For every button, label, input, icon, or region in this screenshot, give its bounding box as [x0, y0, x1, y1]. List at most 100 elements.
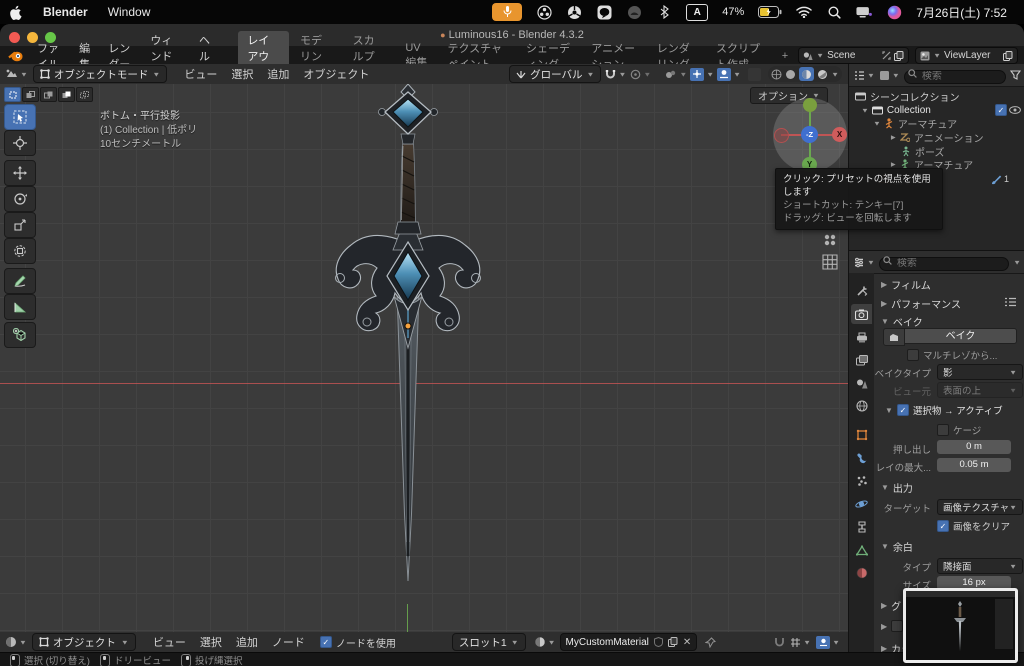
bake-button[interactable]: ベイク	[905, 328, 1017, 344]
toggle-ortho-button[interactable]	[822, 254, 838, 270]
shading-material-button[interactable]	[799, 67, 814, 81]
multires-checkbox-row[interactable]: マルチレゾから...	[907, 348, 997, 362]
macos-app-menu[interactable]: Blender	[33, 5, 98, 19]
node-overlay-dropdown[interactable]: ▼	[790, 637, 811, 648]
tool-annotate[interactable]	[4, 268, 36, 294]
unlink-icon[interactable]	[882, 51, 891, 60]
select-mode-subtract-button[interactable]	[40, 87, 57, 102]
microphone-status-icon[interactable]	[492, 3, 522, 21]
wheel-menu-icon[interactable]	[566, 4, 582, 20]
mode-selector[interactable]: オブジェクトモード ▼	[33, 65, 167, 83]
cage-checkbox[interactable]	[937, 424, 949, 436]
hide-eye-icon[interactable]	[1009, 106, 1021, 114]
apple-menu[interactable]	[0, 5, 33, 20]
obs-menu-icon[interactable]	[536, 4, 552, 20]
tab-output-properties[interactable]	[851, 327, 872, 347]
editor-type-button[interactable]: ▼	[0, 68, 33, 80]
tool-select-box[interactable]	[4, 104, 36, 130]
gizmo-axis-x-neg[interactable]	[774, 128, 789, 143]
visibility-dropdown[interactable]: ▼	[665, 69, 687, 80]
shader-menu-select[interactable]: 選択	[193, 634, 229, 650]
slot-selector[interactable]: スロット1▼	[452, 633, 526, 651]
screenshot-preview-thumbnail[interactable]	[903, 588, 1018, 663]
viewport-menu-add[interactable]: 追加	[260, 66, 296, 82]
battery-menu-icon[interactable]	[758, 4, 782, 20]
shader-menu-node[interactable]: ノード	[265, 634, 312, 650]
outliner-row-scene-collection[interactable]: シーンコレクション	[849, 89, 1024, 103]
target-dropdown[interactable]: 画像テクスチャ▼	[937, 499, 1023, 515]
shader-overlays-dropdown[interactable]: ▼	[816, 636, 840, 649]
panel-output-header[interactable]: ▼出力	[881, 480, 913, 495]
shading-rendered-button[interactable]	[817, 69, 828, 80]
collection-checkbox[interactable]: ✓	[995, 104, 1007, 116]
spotlight-menu-icon[interactable]	[826, 4, 842, 20]
shading-wireframe-button[interactable]	[771, 69, 782, 80]
viewlayer-selector[interactable]: ▼ ViewLayer	[915, 47, 1018, 64]
bake-type-dropdown[interactable]: 影▼	[937, 364, 1023, 380]
outliner-filter-button[interactable]	[1010, 70, 1021, 80]
line-menu-icon[interactable]	[596, 4, 612, 20]
tab-render-properties[interactable]	[851, 304, 872, 324]
gizmo-axis-y-neg[interactable]	[803, 98, 817, 112]
viewport-menu-object[interactable]: オブジェクト	[296, 66, 376, 82]
tool-measure[interactable]	[4, 294, 36, 320]
shader-menu-view[interactable]: ビュー	[146, 634, 193, 650]
outliner-row-armature[interactable]: ▼ アーマチュア ▼	[849, 116, 1024, 130]
pin-icon[interactable]	[705, 637, 716, 648]
freestyle-checkbox[interactable]	[891, 620, 903, 632]
panel-bake-header[interactable]: ▼ベイク	[881, 314, 923, 329]
use-nodes-checkbox[interactable]: ✓	[320, 636, 332, 648]
panel-film-header[interactable]: ▶フィルム	[881, 277, 931, 292]
gizmos-dropdown[interactable]: ▼	[690, 68, 714, 81]
tab-world-properties[interactable]	[851, 396, 872, 416]
shading-solid-button[interactable]	[785, 69, 796, 80]
outliner-search-input[interactable]	[904, 70, 1006, 84]
select-mode-invert-button[interactable]	[58, 87, 75, 102]
material-name-field[interactable]: MyCustomMaterial ✕	[560, 633, 698, 651]
select-mode-extend-button[interactable]	[22, 87, 39, 102]
transform-orientation-selector[interactable]: グローバル ▼	[509, 65, 601, 83]
gizmo-axis-z-view[interactable]: -Z	[801, 126, 818, 143]
tab-particle-properties[interactable]	[851, 471, 872, 491]
outliner-row-animation[interactable]: ▼ アニメーション	[849, 130, 1024, 144]
close-window-button[interactable]	[9, 32, 20, 43]
select-mode-intersect-button[interactable]	[76, 87, 93, 102]
tool-transform[interactable]	[4, 238, 36, 264]
wifi-menu-icon[interactable]	[796, 4, 812, 20]
view-from-dropdown[interactable]: 表面の上▼	[937, 382, 1023, 398]
new-scene-icon[interactable]	[894, 51, 904, 61]
use-nodes-row[interactable]: ✓ノードを使用	[320, 635, 396, 650]
select-mode-set-button[interactable]	[4, 87, 21, 102]
tool-rotate[interactable]	[4, 186, 36, 212]
extrusion-field[interactable]: 0 m	[937, 440, 1011, 454]
clear-image-row[interactable]: ✓画像をクリア	[937, 519, 1010, 533]
viewport-canvas[interactable]: オプション▼ ボトム・平行投影 (1) Collection | 低ポリ 10セ…	[0, 84, 848, 632]
ray-distance-field[interactable]: 0.05 m	[937, 458, 1011, 472]
scene-selector[interactable]: ▼ Scene	[798, 47, 909, 64]
multires-checkbox[interactable]	[907, 349, 919, 361]
walk-navigation-button[interactable]	[822, 232, 838, 248]
xray-toggle[interactable]	[748, 68, 761, 81]
clear-image-checkbox[interactable]: ✓	[937, 520, 949, 532]
tool-scale[interactable]	[4, 212, 36, 238]
material-browse-button[interactable]: ▼	[534, 636, 556, 648]
bluetooth-menu-icon[interactable]	[656, 4, 672, 20]
shader-mode-selector[interactable]: オブジェクト ▼	[32, 633, 136, 651]
panel-margin-header[interactable]: ▼余白	[881, 539, 913, 554]
preset-list-icon[interactable]	[1004, 297, 1017, 307]
app-menu-icon[interactable]	[626, 4, 642, 20]
macos-window-menu[interactable]: Window	[98, 5, 161, 19]
menubar-clock[interactable]: 7月26日(土) 7:52	[916, 4, 1017, 20]
new-viewlayer-icon[interactable]	[1003, 51, 1013, 61]
outliner-editor-type-button[interactable]: ▼	[853, 70, 875, 81]
siri-menu-icon[interactable]	[886, 4, 902, 20]
selected-to-active-checkbox[interactable]: ✓	[897, 404, 909, 416]
gizmo-axis-x[interactable]: X	[832, 127, 847, 142]
tool-cursor[interactable]	[4, 130, 36, 156]
sword-model[interactable]	[318, 84, 498, 632]
selected-to-active-row[interactable]: ▼✓選択物 → アクティブ	[885, 403, 1003, 417]
add-workspace-button[interactable]: +	[773, 49, 797, 63]
duplicate-material-icon[interactable]	[668, 637, 678, 647]
properties-search-input[interactable]	[879, 257, 1009, 271]
input-source-menu[interactable]: A	[686, 4, 708, 21]
